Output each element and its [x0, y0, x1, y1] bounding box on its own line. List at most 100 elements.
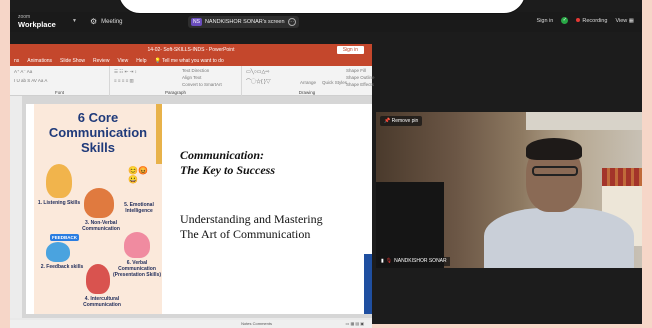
shapes-gallery-row2-icon[interactable]: ⌒◯☆{ }▽ — [246, 78, 271, 85]
powerpoint-window: 14-02- Soft-SKILLS-INDS - PowerPoint Sig… — [10, 44, 375, 328]
quick-styles-button[interactable]: Quick Styles — [322, 80, 347, 85]
notes-label: Notes — [241, 321, 252, 326]
participant-video-tile[interactable]: 📌 Remove pin ▮ 🎙 NANDKISHOR SONAR — [376, 112, 642, 268]
signal-icon: ▮ — [381, 258, 384, 264]
security-shield-icon[interactable]: ✓ — [561, 17, 569, 24]
feedback-tag: FEEDBACK — [50, 234, 80, 241]
tab-review[interactable]: Review — [93, 58, 109, 64]
participant-body — [484, 208, 634, 268]
recording-indicator[interactable]: Recording — [576, 17, 608, 24]
slide-subtitle-line1: Understanding and Mastering — [180, 212, 323, 226]
slide-heading-line2: The Key to Success — [180, 163, 275, 177]
notes-button[interactable]: Notes Comments — [241, 321, 272, 326]
ppt-ribbon-tabs: ns Animations Slide Show Review View Hel… — [10, 56, 372, 66]
tell-me-search[interactable]: 💡 Tell me what you want to do — [154, 58, 223, 64]
font-format-controls[interactable]: I U ab S AV Aa A — [14, 78, 47, 83]
lightbulb-icon: 💡 — [154, 58, 161, 64]
top-callout-bubble — [118, 0, 526, 14]
skill-intercultural: 4. Intercultural Communication — [83, 296, 121, 308]
slide-subtitle-line2: The Art of Communication — [180, 227, 311, 241]
tab-slide-show[interactable]: Slide Show — [60, 58, 85, 64]
skill-listening: 1. Listening Skills — [37, 200, 81, 206]
convert-smartart-button[interactable]: Convert to SmartArt — [182, 82, 222, 87]
view-button[interactable]: View ▦ — [615, 18, 634, 24]
screen-share-label: NANDKISHOR SONAR's screen — [204, 19, 285, 25]
slide-editing-area: 6 Core Communication Skills 1. Listening… — [10, 96, 372, 318]
list-controls[interactable]: ☰ ☷ ⇤ ⇥ ↕ — [114, 69, 137, 75]
shape-effects-button[interactable]: Shape Effects — [346, 82, 374, 87]
zoom-sign-in-link[interactable]: Sign in — [537, 18, 554, 24]
infographic-title: 6 Core Communication Skills — [48, 110, 148, 155]
text-direction-button[interactable]: Text Direction — [182, 68, 209, 73]
video-curtain — [602, 168, 642, 186]
current-slide[interactable]: 6 Core Communication Skills 1. Listening… — [26, 104, 372, 314]
frame-right — [642, 0, 652, 328]
zoom-top-bar: zoom Workplace ▼ ⚙ Meeting NS NANDKISHOR… — [10, 12, 642, 32]
chevron-down-icon[interactable]: ▼ — [72, 18, 77, 24]
meeting-label: Meeting — [101, 18, 123, 25]
ppt-ribbon: A⁺ A⁻ Aa I U ab S AV Aa A Font ☰ ☷ ⇤ ⇥ ↕… — [10, 66, 375, 96]
participant-name-tag: ▮ 🎙 NANDKISHOR SONAR — [378, 257, 450, 266]
globe-people-illustration — [86, 264, 110, 294]
participant-hair — [526, 138, 582, 160]
meeting-icon: ⚙ — [90, 17, 98, 26]
recording-label: Recording — [582, 17, 608, 24]
feedback-chat-illustration — [46, 242, 70, 262]
skill-emotional-intelligence: 5. Emotional Intelligence — [124, 202, 154, 214]
skill-non-verbal: 3. Non-Verbal Communication — [82, 220, 120, 232]
shapes-gallery-icon[interactable]: ▭╲○▭△⇨ — [246, 69, 270, 75]
recording-dot-icon — [576, 17, 581, 22]
tab-view[interactable]: View — [117, 58, 128, 64]
mic-muted-icon: 🎙 — [385, 258, 393, 264]
shape-fill-button[interactable]: Shape Fill — [346, 68, 366, 73]
listening-person-illustration — [46, 164, 72, 198]
font-group-label: Font — [54, 90, 64, 95]
drawing-group: ▭╲○▭△⇨ ⌒◯☆{ }▽ Arrange Quick Styles Shap… — [242, 66, 375, 96]
accent-bar — [156, 104, 162, 164]
participant-name: NANDKISHOR SONAR — [394, 258, 447, 264]
paragraph-group-label: Paragraph — [164, 90, 186, 95]
frame-left — [0, 0, 10, 328]
paragraph-group: ☰ ☷ ⇤ ⇥ ↕ ≡ ≡ ≡ ≡ ▥ Text Direction Align… — [110, 66, 242, 96]
thumbnail-strip[interactable] — [10, 96, 22, 318]
font-group: A⁺ A⁻ Aa I U ab S AV Aa A Font — [10, 66, 110, 96]
speaker-audience-illustration — [124, 232, 150, 258]
skill-verbal: 6. Verbal Communication (Presentation Sk… — [112, 260, 162, 278]
zoom-logo-workplace: Workplace — [18, 20, 56, 29]
zoom-logo: zoom Workplace — [18, 14, 56, 28]
more-options-icon[interactable]: ⋯ — [287, 18, 296, 26]
tab-design[interactable]: ns — [14, 58, 19, 64]
view-mode-icons[interactable]: ▭ ▦ ▤ ▣ — [346, 321, 364, 326]
tell-me-label: Tell me what you want to do — [162, 58, 224, 64]
slide-heading: Communication: The Key to Success — [180, 148, 275, 178]
drawing-group-label: Drawing — [298, 90, 316, 95]
slide-accent-bar — [364, 254, 372, 314]
ppt-title-bar: 14-02- Soft-SKILLS-INDS - PowerPoint Sig… — [10, 44, 372, 56]
ppt-status-bar: Notes Comments ▭ ▦ ▤ ▣ — [10, 320, 372, 328]
comments-label: Comments — [252, 321, 272, 326]
slide-subtitle: Understanding and Mastering The Art of C… — [180, 212, 323, 242]
font-size-controls[interactable]: A⁺ A⁻ Aa — [14, 69, 32, 75]
shape-outline-button[interactable]: Shape Outline — [346, 75, 375, 80]
remove-pin-label: Remove pin — [391, 118, 419, 124]
remove-pin-button[interactable]: 📌 Remove pin — [380, 116, 423, 126]
communication-skills-infographic: 6 Core Communication Skills 1. Listening… — [34, 104, 162, 314]
tab-help[interactable]: Help — [136, 58, 146, 64]
arrange-button[interactable]: Arrange — [300, 80, 316, 85]
ppt-sign-in-button[interactable]: Sign in — [336, 46, 364, 54]
meeting-menu[interactable]: ⚙ Meeting — [90, 17, 123, 26]
align-text-button[interactable]: Align Text — [182, 75, 201, 80]
video-ceiling — [526, 112, 642, 130]
sharer-initials-badge: NS — [191, 18, 202, 26]
tab-animations[interactable]: Animations — [27, 58, 52, 64]
align-controls[interactable]: ≡ ≡ ≡ ≡ ▥ — [114, 78, 134, 84]
slide-heading-line1: Communication: — [180, 148, 265, 162]
emotion-faces-illustration: 😊😡 😀 — [128, 166, 148, 184]
video-doorway — [376, 182, 444, 268]
screen-share-pill[interactable]: NS NANDKISHOR SONAR's screen ⋯ — [188, 16, 299, 28]
view-label: View — [615, 17, 628, 24]
skill-feedback: 2. Feedback skills — [40, 264, 84, 270]
pin-icon: 📌 — [384, 118, 391, 124]
nonverbal-people-illustration — [84, 188, 114, 218]
top-right-controls: Sign in ✓ Recording View ▦ — [537, 17, 634, 24]
